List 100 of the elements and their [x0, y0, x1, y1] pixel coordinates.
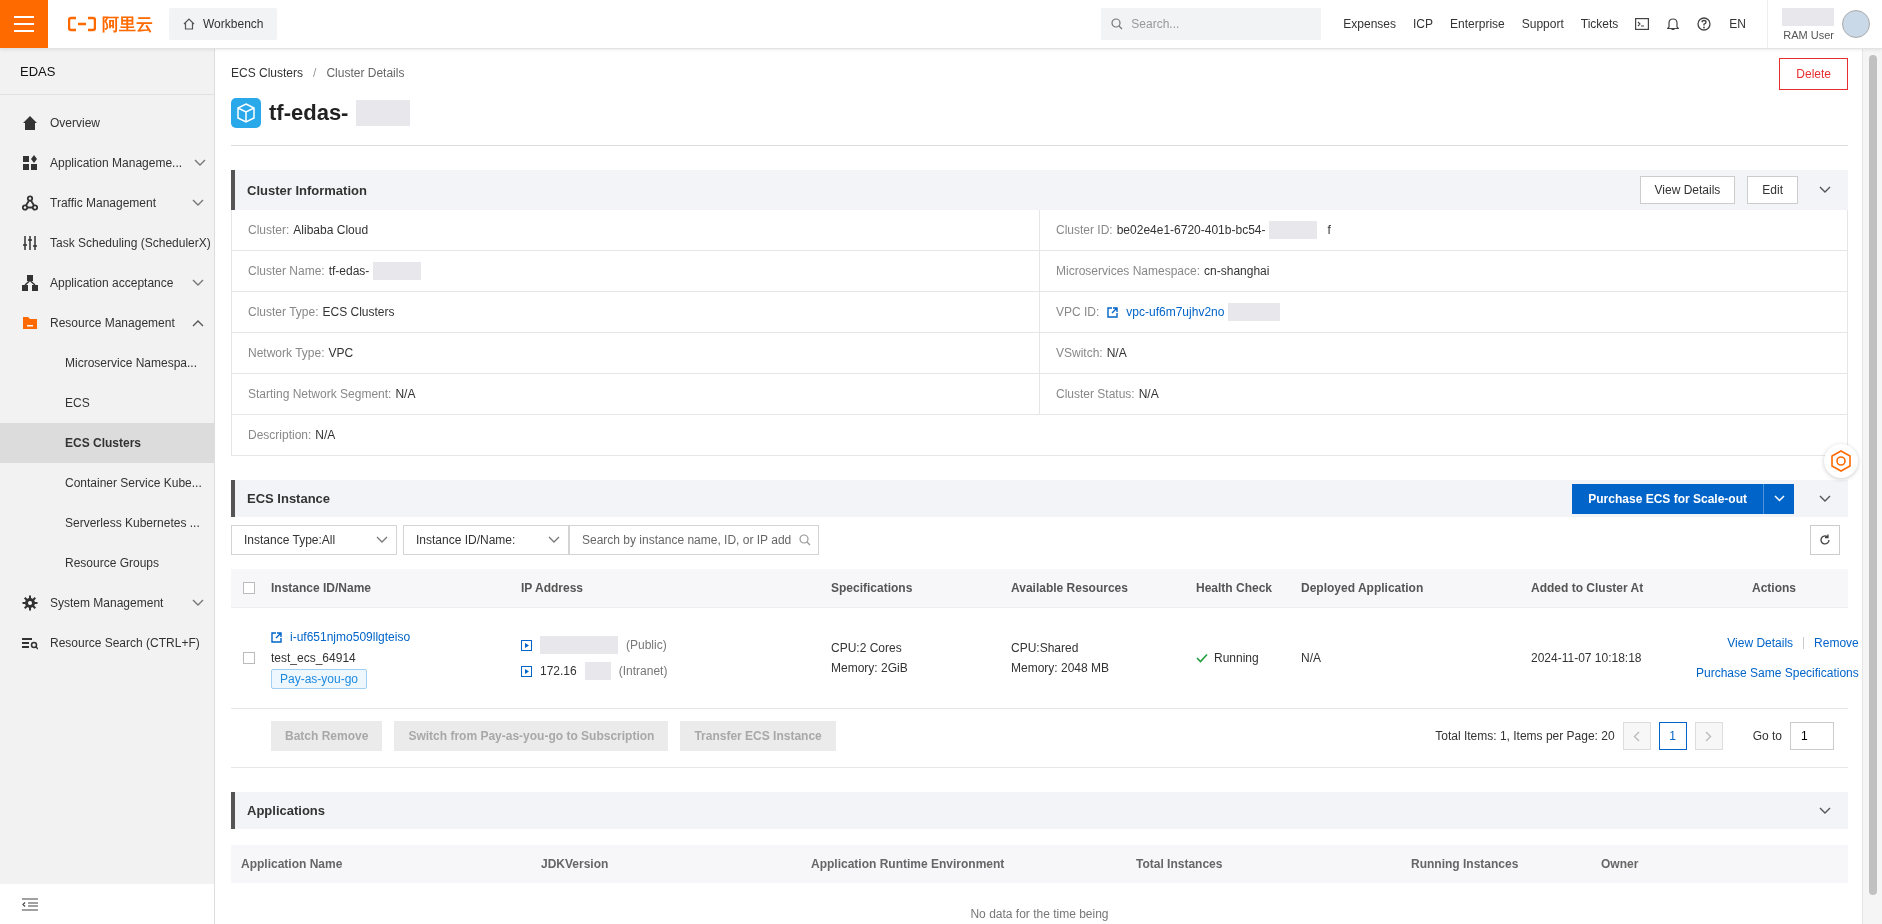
logo-icon	[68, 16, 96, 32]
chevron-up-icon[interactable]	[192, 319, 204, 327]
chevron-down-icon[interactable]	[1819, 186, 1831, 194]
sidebar-item[interactable]: Resource Search (CTRL+F)	[0, 623, 214, 663]
purchase-button[interactable]: Purchase ECS for Scale-out	[1572, 483, 1764, 514]
chevron-down-icon[interactable]	[1819, 494, 1831, 503]
column-header: Actions	[1752, 581, 1796, 595]
filter-dropdown[interactable]: Instance Type:All	[231, 525, 397, 555]
nav-link[interactable]: Tickets	[1580, 17, 1619, 31]
sidebar-subitem[interactable]: ECS Clusters	[0, 423, 214, 463]
field-label: Microservices Namespace:	[1056, 264, 1201, 278]
workbench-button[interactable]: Workbench	[169, 8, 278, 40]
filter-dropdown[interactable]: Instance ID/Name:	[403, 525, 569, 555]
nav-link[interactable]: Expenses	[1343, 17, 1396, 31]
dropdown-button[interactable]	[1764, 483, 1794, 514]
column-header: Health Check	[1196, 581, 1274, 595]
column-header: Deployed Application	[1301, 581, 1425, 595]
field-value: cn-shanghai	[1204, 264, 1270, 278]
column-header: IP Address	[521, 581, 585, 595]
menu-button[interactable]	[0, 0, 48, 48]
search-field[interactable]: Search...	[1101, 8, 1322, 40]
checkbox[interactable]	[243, 652, 255, 664]
instance-link[interactable]: i-uf651njmo509llgteiso	[290, 630, 411, 644]
sidebar-item[interactable]: Application acceptance	[0, 263, 214, 303]
sidebar-subitem[interactable]: Microservice Namespa...	[0, 343, 214, 383]
nav-link[interactable]: Enterprise	[1450, 17, 1505, 31]
caret-icon[interactable]	[548, 536, 560, 544]
resource-text: CPU:Shared	[1011, 641, 1079, 655]
column-header: Instance ID/Name	[271, 581, 373, 595]
column-header: Application Runtime Environment	[811, 857, 1006, 871]
sidebar-item[interactable]: Resource Management	[0, 303, 214, 343]
nav-link[interactable]: ICP	[1413, 17, 1434, 31]
menu-icon[interactable]	[14, 16, 34, 32]
field-label: VSwitch:	[1056, 346, 1103, 360]
page-button[interactable]: 1	[1658, 722, 1687, 750]
pagination-summary: Total Items: 1, Items per Page: 20	[1435, 729, 1615, 743]
chevron-down-icon[interactable]	[192, 199, 204, 207]
health-status: Running	[1214, 651, 1259, 665]
sidebar-item[interactable]: System Management	[0, 583, 214, 623]
added-time: 2024-11-07 10:18:18	[1531, 651, 1643, 665]
field-label: Cluster ID:	[1056, 223, 1113, 237]
sidebar-item[interactable]: Task Scheduling (SchedulerX)	[0, 223, 214, 263]
scrollbar-thumb[interactable]	[1868, 55, 1877, 895]
sidebar-item[interactable]: Traffic Management	[0, 183, 214, 223]
help-icon[interactable]	[1697, 17, 1712, 31]
chevron-down-icon[interactable]	[1819, 806, 1831, 815]
action-link[interactable]: Purchase Same Specifications	[1696, 666, 1859, 680]
column-header: Added to Cluster At	[1531, 581, 1645, 595]
field-value: N/A	[395, 387, 416, 401]
cube-icon	[231, 98, 261, 128]
home-icon	[22, 115, 38, 131]
language-menu[interactable]: EN	[1729, 17, 1746, 31]
chevron-down-icon[interactable]	[192, 279, 204, 287]
page-input[interactable]: 1	[1790, 722, 1834, 750]
sliders-icon	[22, 235, 38, 251]
breadcrumb-link[interactable]: ECS Clusters	[231, 66, 304, 80]
section-title: Applications	[247, 803, 326, 818]
ip-type: (Intranet)	[618, 664, 668, 678]
chevron-down-icon[interactable]	[192, 599, 204, 607]
checkbox[interactable]	[243, 582, 255, 594]
folder-icon	[22, 315, 38, 331]
goto-label: Go to	[1752, 729, 1782, 743]
share-nodes-icon	[22, 195, 38, 211]
field-value: tf-edas-	[328, 264, 370, 278]
sidebar-item[interactable]: Overview	[0, 103, 214, 143]
collapse-icon[interactable]	[22, 897, 38, 911]
caret-icon[interactable]	[376, 536, 388, 544]
external-link-icon[interactable]	[271, 631, 282, 643]
header-button[interactable]: Edit	[1747, 176, 1798, 204]
nav-link[interactable]: Support	[1521, 17, 1564, 31]
field-label: Network Type:	[248, 346, 325, 360]
sidebar-subitem[interactable]: Container Service Kube...	[0, 463, 214, 503]
sidebar-subitem[interactable]: Resource Groups	[0, 543, 214, 583]
action-link[interactable]: View Details	[1727, 636, 1794, 650]
refresh-button[interactable]	[1810, 525, 1840, 555]
ip-type: (Public)	[626, 638, 667, 652]
section-title: Cluster Information	[247, 182, 368, 198]
search-icon	[1111, 18, 1124, 30]
action-link[interactable]: Remove	[1814, 636, 1859, 650]
ip-address: 172.16	[540, 664, 577, 678]
field-label: Description:	[248, 428, 312, 442]
bell-icon[interactable]	[1667, 17, 1680, 31]
delete-button[interactable]: Delete	[1779, 58, 1848, 90]
search-field[interactable]: Search by instance name, ID, or IP add	[569, 525, 819, 555]
sidebar-subitem[interactable]: Serverless Kubernetes ...	[0, 503, 214, 543]
refresh-icon[interactable]	[1819, 534, 1831, 546]
breadcrumb-separator: /	[313, 66, 317, 80]
external-link-icon[interactable]	[1107, 306, 1119, 318]
column-header: Running Instances	[1411, 857, 1520, 871]
field-value: f	[1327, 223, 1331, 237]
field-label: Cluster Name:	[248, 264, 325, 278]
sidebar-subitem[interactable]: ECS	[0, 383, 214, 423]
sidebar-item[interactable]: Application Manageme...	[0, 143, 214, 183]
chevron-down-icon[interactable]	[194, 159, 207, 167]
vpc-link[interactable]: vpc-uf6m7ujhv2no	[1126, 305, 1225, 319]
billing-tag: Pay-as-you-go	[271, 669, 368, 689]
header-button[interactable]: View Details	[1639, 176, 1736, 204]
column-header: Application Name	[241, 857, 344, 871]
section-title: ECS Instance	[247, 491, 332, 506]
terminal-icon[interactable]	[1635, 18, 1650, 30]
